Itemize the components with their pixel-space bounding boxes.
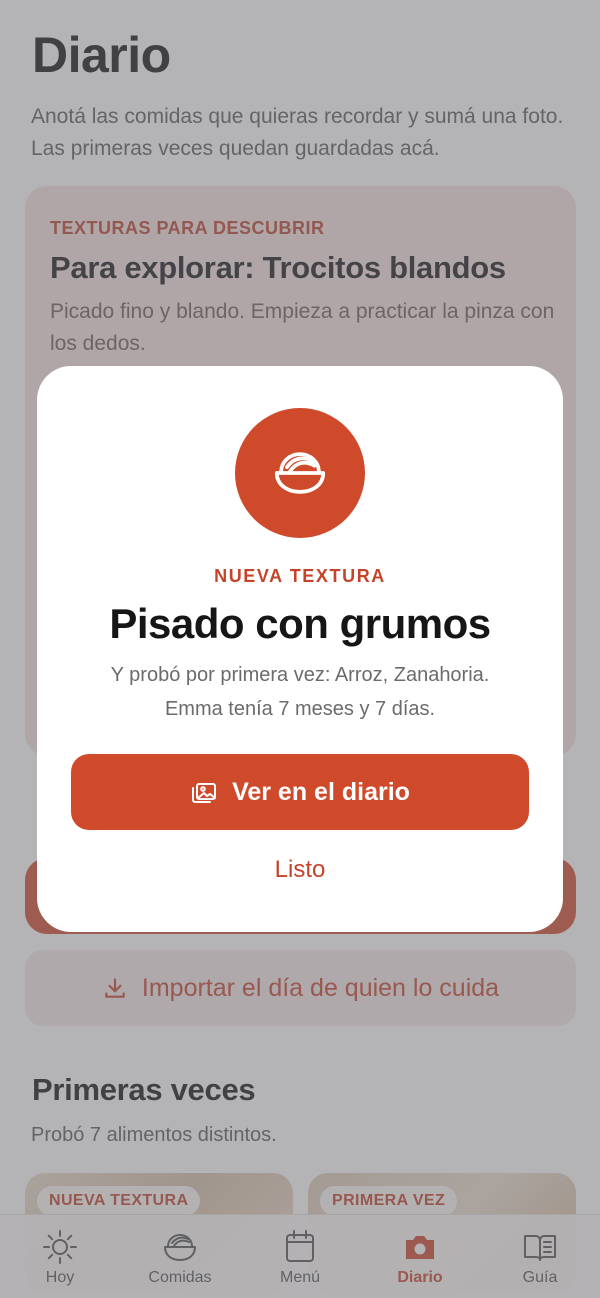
images-icon [192,783,217,803]
view-in-diary-label: Ver en el diario [232,777,410,806]
done-button[interactable]: Listo [37,856,563,884]
bowl-icon [274,452,326,494]
diario-screen: Diario Anotá las comidas que quieras rec… [0,0,600,1298]
modal-title: Pisado con grumos [109,600,491,647]
modal-body-line: Emma tenía 7 meses y 7 días. [164,698,436,720]
modal-body-line: Y probó por primera vez: Arroz, Zanahori… [110,664,490,686]
new-texture-modal: NUEVA TEXTURA Pisado con grumos Y probó … [37,366,563,932]
modal-kicker: NUEVA TEXTURA [214,566,386,586]
view-in-diary-button[interactable]: Ver en el diario [71,754,529,830]
modal-icon-circle [235,408,365,538]
modal-body: Y probó por primera vez: Arroz, Zanahori… [57,658,543,726]
